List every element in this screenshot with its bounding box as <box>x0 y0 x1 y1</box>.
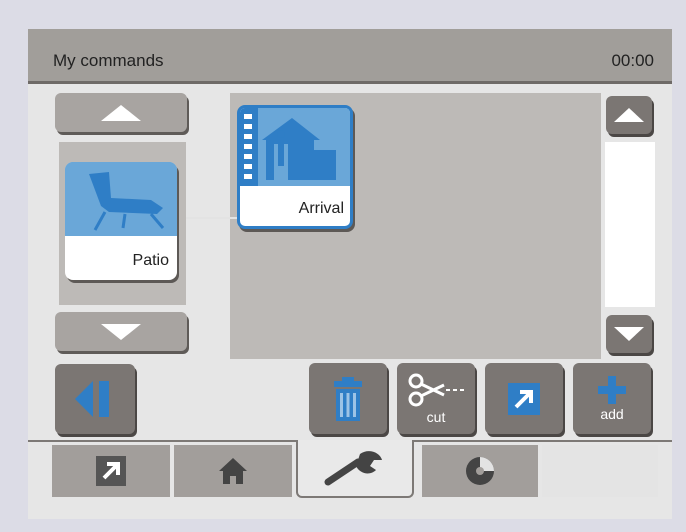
lounger-icon <box>65 162 177 236</box>
shortcut-button[interactable] <box>485 363 563 434</box>
add-button[interactable]: add <box>573 363 651 434</box>
add-label: add <box>600 405 624 422</box>
tab-settings[interactable] <box>296 440 414 498</box>
tab-shortcuts[interactable] <box>52 445 170 497</box>
clock: 00:00 <box>611 51 654 70</box>
list-scroll-up-button[interactable] <box>55 93 187 132</box>
shortcut-arrow-icon <box>96 456 126 486</box>
title-bar: My commands 00:00 <box>28 29 672 84</box>
disc-icon <box>466 457 494 485</box>
trash-icon <box>334 376 362 421</box>
arrow-down-icon <box>101 323 141 340</box>
page-title: My commands <box>53 51 164 70</box>
canvas-scroll-up-button[interactable] <box>606 96 652 134</box>
tile-label: Arrival <box>298 200 344 217</box>
arrow-down-icon <box>614 327 644 341</box>
command-tile-patio[interactable]: Patio <box>65 162 177 280</box>
device-screen: My commands 00:00 Patio Arrival cut add <box>28 29 672 519</box>
back-button[interactable] <box>55 364 135 434</box>
cut-label: cut <box>426 408 446 425</box>
back-icon <box>75 381 109 417</box>
tab-home[interactable] <box>174 445 292 497</box>
tab-empty[interactable] <box>542 445 658 497</box>
arrow-up-icon <box>614 108 644 122</box>
plus-icon <box>598 375 626 404</box>
cut-button[interactable]: cut <box>397 363 475 434</box>
wrench-icon <box>324 451 382 486</box>
command-tile-arrival[interactable]: Arrival <box>237 105 353 229</box>
shortcut-arrow-icon <box>508 382 540 415</box>
tile-label: Patio <box>132 252 169 269</box>
list-scroll-down-button[interactable] <box>55 312 187 351</box>
delete-button[interactable] <box>309 363 387 434</box>
connector-line <box>186 217 238 219</box>
tab-media[interactable] <box>422 445 538 497</box>
scissors-icon <box>408 373 464 406</box>
arrow-up-icon <box>101 104 141 121</box>
canvas-scroll-down-button[interactable] <box>606 315 652 353</box>
house-arrival-icon <box>240 108 350 186</box>
scrollbar-track[interactable] <box>605 142 655 307</box>
home-icon <box>219 458 247 484</box>
